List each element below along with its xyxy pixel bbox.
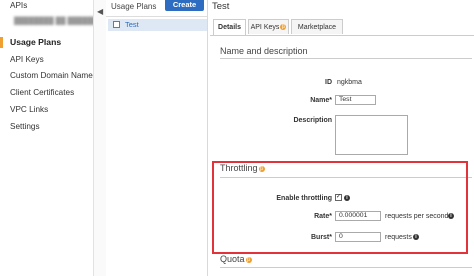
quota-title-text: Quota [220,254,245,264]
name-label: Name* [310,97,332,104]
description-textarea[interactable] [335,115,408,155]
throttling-highlight-box [212,161,468,254]
id-value: ngkbma [337,79,362,86]
sidebar-item-settings[interactable]: Settings [10,122,40,131]
sidebar-item-blurred: ████████ ██ ██████ [14,18,98,25]
usage-plans-header: Usage Plans Create [106,0,207,17]
sidebar-item-usage-plans[interactable]: Usage Plans [10,37,61,47]
section-divider [220,58,472,59]
tab-api-keys[interactable]: API Keys β [248,19,289,34]
plan-list-item[interactable]: Test [108,19,207,31]
tab-api-keys-label: API Keys [250,24,280,31]
page-title: Test [212,1,230,12]
tab-marketplace-label: Marketplace [297,24,337,31]
name-input[interactable]: Test [335,95,376,105]
beta-badge-icon: β [245,257,252,263]
tab-marketplace[interactable]: Marketplace [291,19,343,34]
chevron-left-icon[interactable]: ◀ [97,7,103,16]
create-button[interactable]: Create [165,0,204,11]
sidebar-item-api-keys[interactable]: API Keys [10,55,44,64]
tab-details[interactable]: Details [213,19,246,35]
section-divider [220,267,472,268]
sidebar: APIs ████████ ██ ██████ Usage Plans API … [0,0,97,276]
beta-badge-icon: β [280,24,287,30]
tab-bar: Details API Keys β Marketplace [210,18,474,36]
usage-plans-title: Usage Plans [111,2,157,11]
tab-details-label: Details [218,24,241,31]
quota-section-title: Quota β [220,254,252,264]
sidebar-item-apis[interactable]: APIs [10,1,27,10]
usage-plans-panel: Usage Plans Create Test [106,0,208,276]
sidebar-collapse-strip[interactable]: ◀ [93,0,106,276]
usage-plan-icon [113,21,120,28]
sidebar-item-client-certificates[interactable]: Client Certificates [10,88,74,97]
plan-name[interactable]: Test [125,20,139,29]
name-section-title: Name and description [220,46,308,56]
id-label: ID [325,79,332,86]
sidebar-item-vpc-links[interactable]: VPC Links [10,105,48,114]
sidebar-item-custom-domain-names[interactable]: Custom Domain Names [10,71,97,80]
sidebar-active-indicator [0,37,3,48]
description-label: Description [293,117,332,124]
